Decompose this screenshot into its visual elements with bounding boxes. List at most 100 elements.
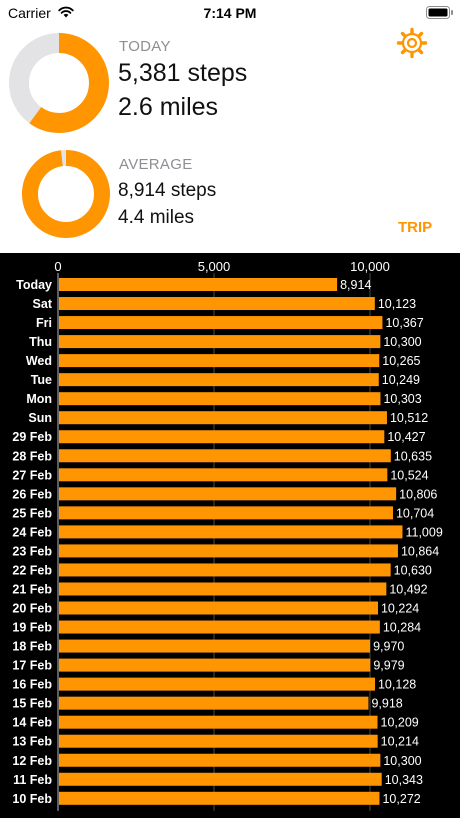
- data-label: 10,272: [382, 792, 420, 806]
- bar: [59, 639, 371, 653]
- category-label: 17 Feb: [12, 659, 52, 673]
- category-label: 22 Feb: [12, 563, 52, 577]
- data-label: 10,864: [401, 544, 439, 558]
- category-label: Wed: [26, 354, 52, 368]
- daily-steps-chart: 0 5,000 10,000 Today 8,914 Sat 10,123 Fri 10,367…: [12, 259, 443, 811]
- bar: [59, 563, 391, 577]
- bar: [59, 753, 381, 767]
- status-bar: Carrier 7:14 PM: [0, 0, 460, 26]
- data-label: 9,970: [373, 640, 404, 654]
- gear-icon: [396, 27, 428, 59]
- x-tick-label: 10,000: [350, 259, 390, 274]
- data-label: 10,123: [378, 297, 416, 311]
- data-label: 10,265: [382, 354, 420, 368]
- bar: [59, 297, 375, 311]
- category-label: 16 Feb: [12, 678, 52, 692]
- data-label: 10,427: [387, 430, 425, 444]
- x-tick-label: 5,000: [198, 259, 231, 274]
- category-label: 20 Feb: [12, 602, 52, 616]
- data-label: 10,300: [383, 335, 421, 349]
- average-label: AVERAGE: [119, 156, 193, 173]
- category-label: 23 Feb: [12, 544, 52, 558]
- data-label: 10,284: [383, 621, 421, 635]
- data-label: 10,512: [390, 411, 428, 425]
- data-label: 10,128: [378, 678, 416, 692]
- category-label: Mon: [26, 392, 52, 406]
- category-label: 21 Feb: [12, 582, 52, 596]
- bar: [59, 601, 378, 615]
- average-miles: 4.4 miles: [118, 207, 195, 228]
- data-label: 10,249: [382, 373, 420, 387]
- data-label: 10,300: [383, 754, 421, 768]
- today-miles: 2.6 miles: [118, 93, 219, 121]
- trip-button[interactable]: TRIP: [398, 219, 432, 236]
- summary-panel: Carrier 7:14 PM TODAY 5,381 steps 2.6 mi…: [0, 0, 460, 253]
- data-label: 9,918: [371, 697, 402, 711]
- bar: [59, 696, 369, 710]
- data-label: 10,806: [399, 487, 437, 501]
- bar: [59, 715, 378, 729]
- category-label: 12 Feb: [12, 754, 52, 768]
- bar: [59, 335, 381, 349]
- battery-icon: [426, 6, 453, 19]
- category-label: 26 Feb: [12, 487, 52, 501]
- status-time: 7:14 PM: [203, 5, 257, 21]
- category-label: 28 Feb: [12, 449, 52, 463]
- average-steps: 8,914 steps: [118, 180, 217, 201]
- category-label: Today: [16, 278, 52, 292]
- data-label: 10,524: [390, 468, 428, 482]
- bar: [59, 449, 391, 463]
- bar: [59, 373, 379, 387]
- category-label: 11 Feb: [13, 773, 52, 787]
- bar: [59, 582, 387, 596]
- x-tick-label: 0: [54, 259, 61, 274]
- average-progress-ring: [22, 150, 110, 238]
- data-label: 10,303: [383, 392, 421, 406]
- bar: [59, 620, 380, 634]
- category-label: 18 Feb: [12, 640, 52, 654]
- data-label: 9,979: [373, 659, 404, 673]
- data-label: 10,492: [389, 582, 427, 596]
- data-label: 10,704: [396, 506, 434, 520]
- category-label: 25 Feb: [12, 506, 52, 520]
- bar: [59, 468, 388, 482]
- bar: [59, 525, 403, 539]
- category-label: Thu: [29, 335, 52, 349]
- category-label: 13 Feb: [12, 735, 52, 749]
- today-steps: 5,381 steps: [118, 59, 248, 87]
- data-label: 10,209: [381, 716, 419, 730]
- data-label: 10,367: [385, 316, 423, 330]
- category-label: 19 Feb: [12, 621, 52, 635]
- bar: [59, 658, 371, 672]
- data-label: 10,224: [381, 602, 419, 616]
- bar: [59, 392, 381, 406]
- category-label: 15 Feb: [12, 697, 52, 711]
- bar: [59, 506, 393, 520]
- data-label: 10,214: [381, 735, 419, 749]
- category-label: 14 Feb: [12, 716, 52, 730]
- data-label: 10,343: [385, 773, 423, 787]
- bar: [59, 430, 385, 444]
- bar: [59, 734, 378, 748]
- today-label: TODAY: [119, 38, 171, 55]
- settings-button[interactable]: [396, 27, 428, 59]
- category-label: Sat: [33, 297, 53, 311]
- today-progress-ring: [9, 33, 109, 133]
- bar: [59, 354, 380, 368]
- category-label: 24 Feb: [12, 525, 52, 539]
- bar: [59, 772, 382, 786]
- bar: [59, 316, 383, 330]
- data-label: 11,009: [405, 525, 442, 539]
- bar: [59, 411, 387, 425]
- data-label: 8,914: [340, 278, 371, 292]
- category-label: 10 Feb: [12, 792, 52, 806]
- category-label: Tue: [31, 373, 52, 387]
- bar: [59, 791, 380, 805]
- bar: [59, 544, 398, 558]
- category-label: Fri: [36, 316, 52, 330]
- bar: [59, 278, 338, 291]
- category-label: Sun: [28, 411, 52, 425]
- data-label: 10,635: [394, 449, 432, 463]
- bar: [59, 487, 397, 501]
- bar: [59, 677, 375, 691]
